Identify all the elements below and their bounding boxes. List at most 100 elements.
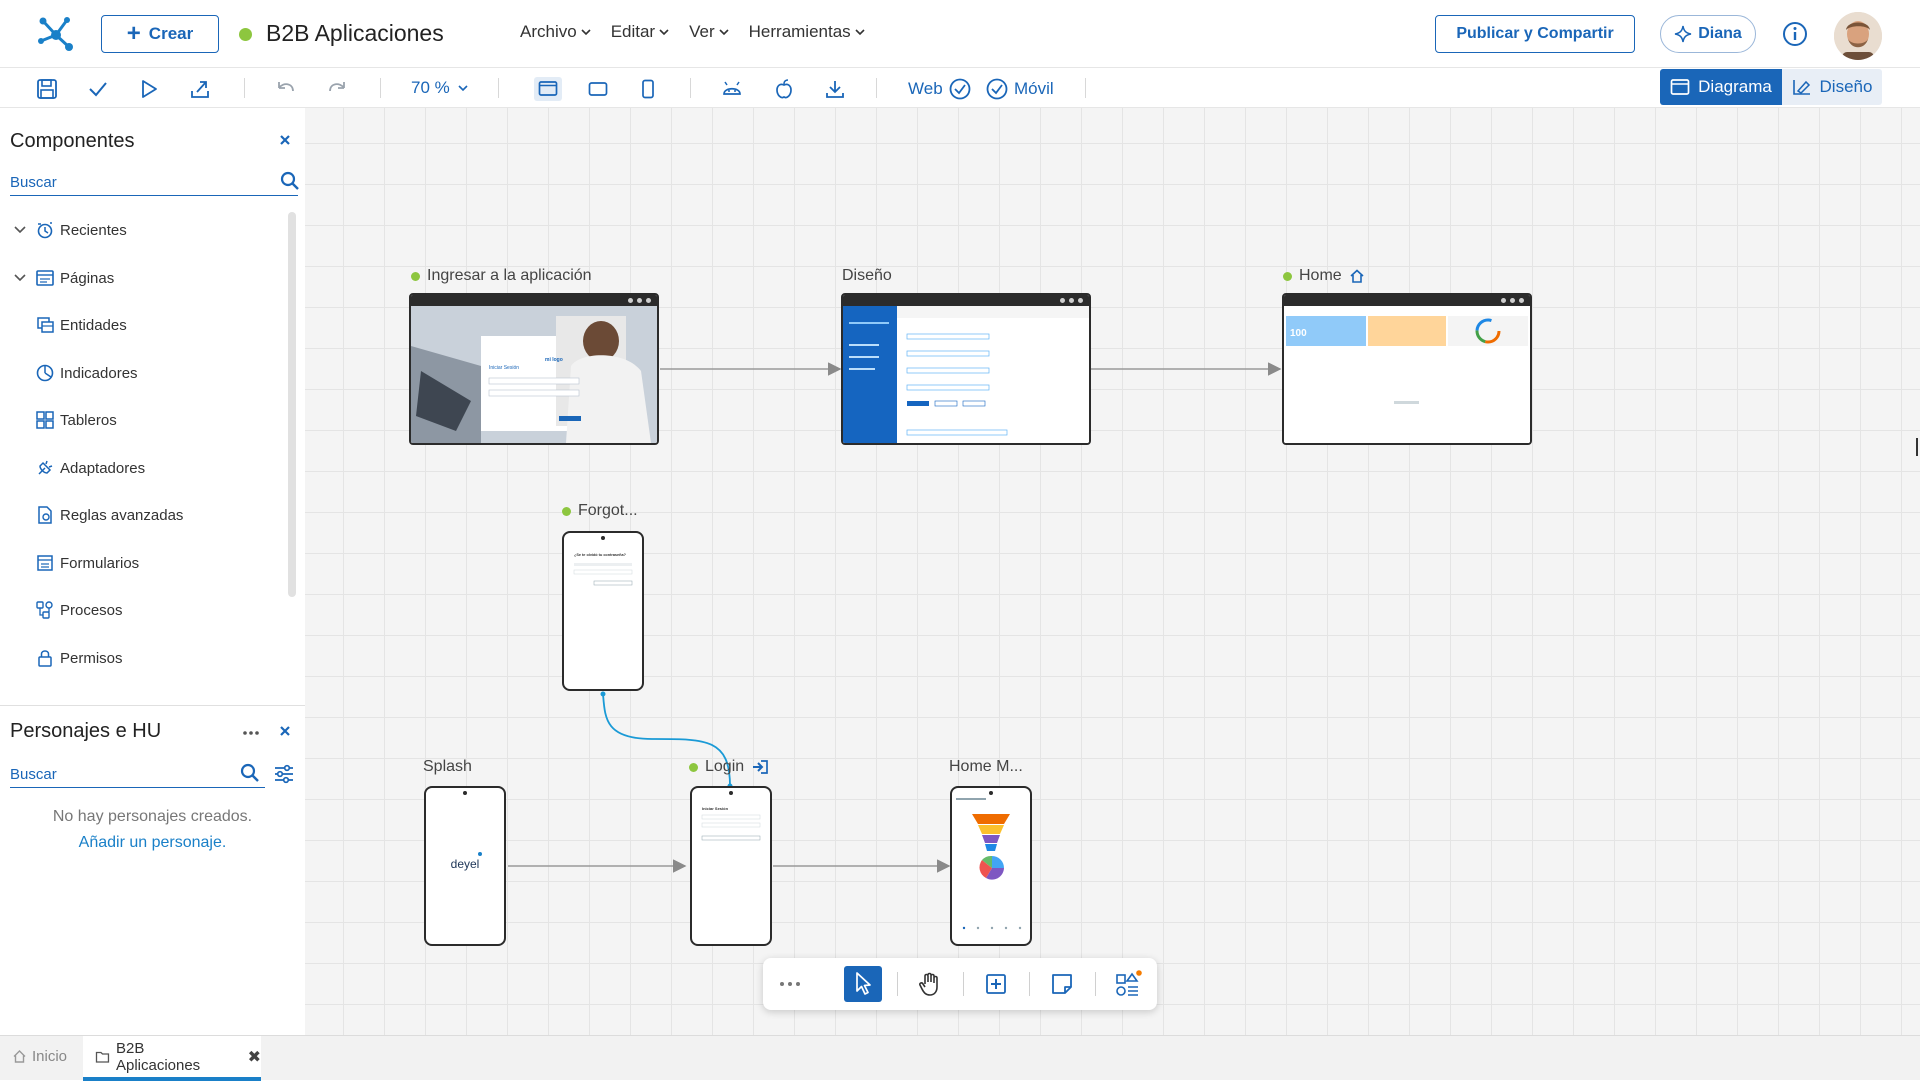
view-mode-toggle: Diagrama Diseño (1660, 69, 1882, 105)
menu-herramientas[interactable]: Herramientas (749, 22, 865, 42)
select-tool-icon[interactable] (844, 966, 882, 1002)
download-icon[interactable] (823, 77, 847, 101)
node-label-home-mobile[interactable]: Home M... (949, 758, 1023, 776)
info-icon[interactable] (1782, 21, 1808, 47)
mobile-target-label: Móvil (1014, 79, 1054, 98)
close-tab-icon[interactable]: ✖ (248, 1047, 261, 1067)
mobile-target-toggle[interactable]: Móvil (986, 78, 1054, 100)
run-icon[interactable] (137, 77, 161, 101)
assistant-button[interactable]: Diana (1660, 15, 1756, 53)
components-scrollbar[interactable] (288, 212, 296, 597)
tree-item-permisos[interactable]: Permisos (0, 644, 290, 672)
tree-item-procesos[interactable]: Procesos (0, 596, 290, 624)
rules-icon (38, 506, 52, 524)
login-page-thumbnail: Iniciar Sesión mi logo (411, 306, 657, 443)
tree-item-paginas[interactable]: Páginas (0, 264, 290, 292)
menu-archivo[interactable]: Archivo (520, 22, 591, 42)
check-circle-icon (986, 78, 1008, 100)
add-node-icon[interactable] (977, 966, 1015, 1002)
phone-notch (601, 536, 605, 540)
sticky-note-icon[interactable] (1043, 966, 1081, 1002)
window-bar (843, 295, 1089, 306)
tree-item-reglas-avanzadas[interactable]: Reglas avanzadas (0, 501, 290, 529)
check-icon[interactable] (86, 77, 110, 101)
node-diseno[interactable] (841, 293, 1091, 445)
node-label-login[interactable]: Login (689, 758, 769, 776)
add-persona-link[interactable]: Añadir un personaje. (0, 834, 305, 852)
components-search-input[interactable]: Buscar (10, 166, 298, 196)
create-button[interactable]: + Crear (101, 15, 219, 53)
apple-icon[interactable] (772, 77, 796, 101)
status-dot (411, 271, 420, 281)
more-options-icon[interactable] (242, 730, 260, 736)
search-icon[interactable] (240, 763, 260, 783)
entity-icon (37, 317, 54, 333)
tree-item-adaptadores[interactable]: Adaptadores (0, 454, 290, 482)
tab-b2b-aplicaciones[interactable]: B2B Aplicaciones ✖ (83, 1036, 261, 1081)
node-forgot[interactable]: ¿Se te olvidó tu contraseña? (562, 531, 644, 691)
user-avatar[interactable] (1834, 12, 1882, 60)
desktop-view-icon[interactable] (534, 77, 562, 101)
filter-settings-icon[interactable] (273, 763, 295, 785)
tree-item-entidades[interactable]: Entidades (0, 311, 290, 339)
node-home-mobile[interactable] (950, 786, 1032, 946)
node-home[interactable]: 100 (1282, 293, 1532, 445)
folder-icon (95, 1051, 110, 1063)
tree-item-tableros[interactable]: Tableros (0, 406, 290, 434)
status-dot (1283, 271, 1292, 281)
left-sidebar: Componentes Buscar Recientes Páginas Ent… (0, 108, 305, 1022)
close-components-icon[interactable] (277, 132, 293, 148)
diagram-canvas[interactable]: Ingresar a la aplicación Iniciar Sesión … (305, 108, 1920, 1035)
assistant-button-label: Diana (1698, 25, 1742, 42)
status-dot (562, 506, 571, 516)
node-label-splash[interactable]: Splash (423, 758, 472, 776)
app-logo[interactable] (36, 13, 76, 53)
node-splash[interactable]: deyel (424, 786, 506, 946)
node-label-forgot[interactable]: Forgot... (562, 502, 638, 520)
panel-divider (0, 705, 305, 706)
node-label-ingresar[interactable]: Ingresar a la aplicación (411, 267, 592, 285)
personas-panel-title: Personajes e HU (10, 720, 162, 742)
node-ingresar[interactable]: Iniciar Sesión mi logo (409, 293, 659, 445)
zoom-select[interactable]: 70 % (411, 78, 468, 98)
personas-search-input[interactable]: Buscar (10, 758, 265, 788)
chevron-down-icon (458, 85, 468, 92)
tab-inicio[interactable]: Inicio (12, 1048, 67, 1065)
android-icon[interactable] (720, 77, 744, 101)
edge-handle-forgot[interactable] (600, 691, 606, 697)
home-icon (13, 1050, 26, 1063)
node-label-home[interactable]: Home (1283, 267, 1365, 285)
pan-tool-icon[interactable] (911, 966, 949, 1002)
view-diagram-button[interactable]: Diagrama (1660, 69, 1782, 105)
shapes-tool-icon[interactable] (1109, 966, 1147, 1002)
page-icon (36, 270, 54, 286)
view-design-button[interactable]: Diseño (1782, 69, 1882, 105)
redo-icon[interactable] (325, 77, 349, 101)
close-personas-icon[interactable] (277, 723, 293, 739)
window-bar (1284, 295, 1530, 306)
menu-editar[interactable]: Editar (611, 22, 669, 42)
tree-item-indicadores[interactable]: Indicadores (0, 359, 290, 387)
save-icon[interactable] (35, 77, 59, 101)
node-label-diseno[interactable]: Diseño (842, 267, 892, 285)
status-dot (689, 762, 698, 772)
tree-item-recientes[interactable]: Recientes (0, 216, 290, 244)
export-icon[interactable] (188, 77, 212, 101)
sparkle-icon (1675, 25, 1692, 43)
phone-view-icon[interactable] (636, 77, 660, 101)
chevron-down-icon (659, 29, 669, 36)
window-bar (411, 295, 657, 306)
tree-item-formularios[interactable]: Formularios (0, 549, 290, 577)
publish-share-button[interactable]: Publicar y Compartir (1435, 15, 1635, 53)
menu-ver[interactable]: Ver (689, 22, 729, 42)
search-icon[interactable] (280, 171, 300, 191)
phone-notch (463, 791, 467, 795)
top-bar: + Crear B2B Aplicaciones Archivo Editar … (0, 0, 1920, 68)
thumb-forgot-title: ¿Se te olvidó tu contraseña? (574, 553, 627, 557)
canvas-resize-handle[interactable] (1916, 438, 1918, 456)
tablet-view-icon[interactable] (586, 77, 610, 101)
web-target-toggle[interactable]: Web (908, 78, 971, 100)
node-login[interactable]: Iniciar Sesión (690, 786, 772, 946)
more-tools-icon[interactable] (771, 966, 809, 1002)
undo-icon[interactable] (274, 77, 298, 101)
